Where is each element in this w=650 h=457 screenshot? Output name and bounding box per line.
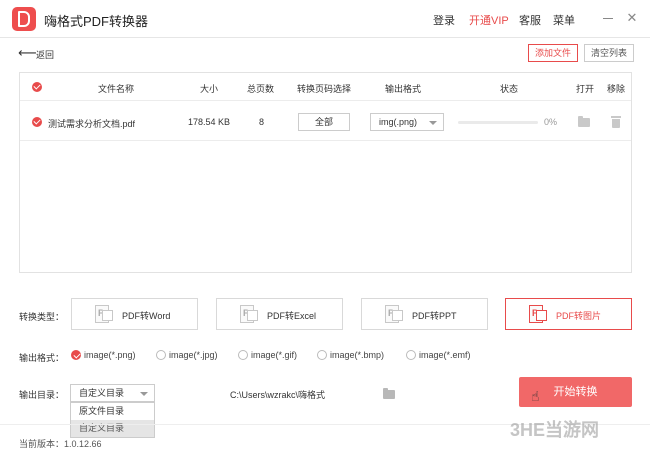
file-table: 文件名称 大小 总页数 转换页码选择 输出格式 状态 打开 移除 测试需求分析文… — [19, 72, 632, 273]
output-dir-value: 自定义目录 — [79, 388, 125, 398]
type-pdf-to-image[interactable]: P PDF转图片 — [505, 298, 632, 330]
output-dir-dropdown: 原文件目录 自定义目录 — [70, 402, 155, 438]
dir-option-custom[interactable]: 自定义目录 — [71, 420, 154, 437]
app-title: 嗨格式PDF转换器 — [44, 14, 149, 29]
format-label: 输出格式： — [19, 353, 65, 363]
format-radio-emf[interactable]: image(*.emf) — [406, 350, 478, 362]
file-name: 测试需求分析文档.pdf — [48, 119, 136, 129]
format-text: image(*.jpg) — [169, 350, 218, 360]
radio-check-icon — [71, 350, 81, 360]
col-remove: 移除 — [607, 84, 626, 94]
type-label-word: PDF转Word — [122, 311, 171, 321]
select-all-check-icon[interactable] — [32, 82, 42, 92]
type-pdf-to-word[interactable]: P PDF转Word — [71, 298, 198, 330]
output-format-value: img(.png) — [379, 117, 418, 127]
output-dir-select[interactable]: 自定义目录 — [70, 384, 155, 402]
back-label: 返回 — [36, 50, 55, 60]
version-text: 当前版本：1.0.12.66 — [19, 439, 102, 449]
page-selection-button[interactable]: 全部 — [298, 113, 350, 131]
table-header: 文件名称 大小 总页数 转换页码选择 输出格式 状态 打开 移除 — [20, 73, 631, 101]
dir-label: 输出目录： — [19, 390, 65, 400]
close-icon[interactable]: ✕ — [622, 8, 642, 28]
file-pages: 8 — [259, 117, 265, 127]
dir-option-original[interactable]: 原文件目录 — [71, 403, 154, 420]
minimize-icon[interactable] — [598, 8, 618, 28]
format-radio-png[interactable]: image(*.png) — [71, 350, 149, 362]
login-link[interactable]: 登录 — [433, 12, 455, 28]
title-bar: 嗨格式PDF转换器 登录 开通VIP 客服 菜单 ✕ — [0, 0, 650, 38]
output-format-select[interactable]: img(.png) — [370, 113, 444, 131]
trash-icon[interactable] — [611, 116, 621, 128]
format-text: image(*.gif) — [251, 350, 298, 360]
col-name: 文件名称 — [98, 84, 135, 94]
col-open: 打开 — [576, 84, 595, 94]
type-pdf-to-ppt[interactable]: P PDF转PPT — [361, 298, 488, 330]
type-label: 转换类型： — [19, 312, 65, 322]
col-status: 状态 — [500, 84, 519, 94]
type-label-ppt: PDF转PPT — [412, 311, 457, 321]
table-row[interactable]: 测试需求分析文档.pdf 178.54 KB 8 全部 img(.png) 0% — [20, 101, 631, 141]
type-label-image: PDF转图片 — [556, 311, 602, 321]
clear-list-button[interactable]: 清空列表 — [584, 44, 634, 62]
add-file-button[interactable]: 添加文件 — [528, 44, 578, 62]
col-page-selection: 转换页码选择 — [297, 84, 352, 94]
output-path: C:\Users\wzrakc\嗨格式 — [230, 390, 326, 400]
format-text: image(*.emf) — [419, 350, 471, 360]
type-label-excel: PDF转Excel — [267, 311, 317, 321]
file-size: 178.54 KB — [188, 117, 231, 127]
menu-link[interactable]: 菜单 — [553, 12, 575, 28]
col-pages: 总页数 — [247, 84, 275, 94]
back-arrow-icon: ⟵ — [18, 45, 37, 60]
type-pdf-to-excel[interactable]: P PDF转Excel — [216, 298, 343, 330]
status-percent: 0% — [544, 117, 558, 127]
row-check-icon[interactable] — [32, 117, 42, 127]
col-format: 输出格式 — [385, 84, 422, 94]
app-logo-icon — [12, 7, 36, 31]
format-text: image(*.bmp) — [330, 350, 385, 360]
progress-bar — [458, 121, 538, 124]
cursor-hand-icon: ☝ — [531, 388, 540, 404]
service-link[interactable]: 客服 — [519, 12, 541, 28]
format-radio-bmp[interactable]: image(*.bmp) — [317, 350, 391, 362]
format-radio-gif[interactable]: image(*.gif) — [238, 350, 308, 362]
format-text: image(*.png) — [84, 350, 136, 360]
browse-folder-icon[interactable] — [383, 388, 395, 399]
chevron-down-icon — [429, 121, 437, 125]
chevron-down-icon — [140, 392, 148, 396]
format-radio-jpg[interactable]: image(*.jpg) — [156, 350, 228, 362]
col-size: 大小 — [200, 84, 219, 94]
vip-link[interactable]: 开通VIP — [469, 12, 509, 28]
watermark-logo: 3HE当游网 — [510, 420, 600, 440]
open-folder-icon[interactable] — [578, 116, 590, 127]
